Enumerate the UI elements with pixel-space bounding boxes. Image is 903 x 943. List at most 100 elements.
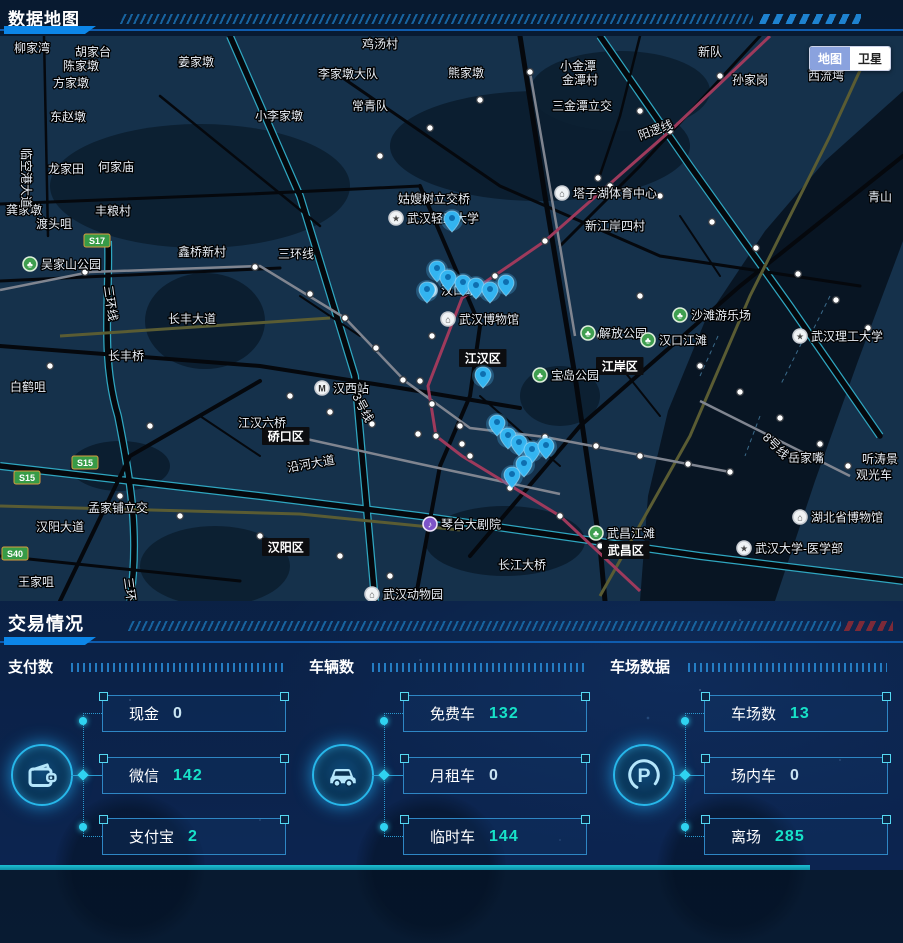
map-place-label: 胡家台: [75, 44, 111, 59]
metro-station-dot: [525, 67, 535, 77]
metro-station-dot: [175, 511, 185, 521]
metro-station-dot: [427, 399, 437, 409]
metro-station-dot: [305, 289, 315, 299]
connector-node: [380, 717, 388, 725]
connector-node: [79, 717, 87, 725]
stat-value: 13: [790, 704, 810, 722]
stat-label: 临时车: [430, 829, 476, 846]
map-place-label: 长江大桥: [498, 558, 546, 572]
park-poi-glyph: ♣: [593, 528, 599, 538]
metro-station-dot: [367, 419, 377, 429]
stat-value: 0: [173, 704, 183, 722]
poi-label: 吴家山公园: [41, 257, 101, 272]
metro-station-dot: [555, 511, 565, 521]
stat-label: 免费车: [430, 706, 476, 723]
map-place-label: 新队: [698, 44, 722, 59]
metro-station-dot: [815, 439, 825, 449]
stat-group-vehicles: 车辆数 免费车 132 月租车 0 临时车 144: [301, 648, 602, 943]
stat-group-parking: 车场数据 P 车场数 13 场内车 0 离场 285: [602, 648, 903, 943]
metro-station-dot: [115, 491, 125, 501]
poi-label: 塔子湖体育中心: [573, 186, 657, 201]
map-place-label: 王家咀: [18, 574, 54, 589]
parking-icon: P: [613, 744, 675, 806]
connector-node: [679, 769, 691, 781]
map-mode-button[interactable]: 地图: [809, 47, 850, 70]
stat-label: 微信: [129, 768, 160, 785]
connector-line: [685, 836, 704, 837]
metro-station-dot: [371, 343, 381, 353]
metro-station-dot: [635, 451, 645, 461]
pin-dot: [473, 282, 479, 288]
metro-station-dot: [707, 217, 717, 227]
stat-label: 离场: [731, 829, 762, 846]
connector-line: [685, 713, 704, 714]
connector-node: [681, 823, 689, 831]
metro-station-dot: [45, 361, 55, 371]
map-place-label: 方家墩: [53, 75, 89, 90]
map-place-label: 丰粮村: [95, 203, 131, 218]
poi-label: 湖北省博物馆: [811, 510, 883, 525]
data-map[interactable]: 江汉区 江岸区 硚口区 汉阳区 武昌区 S17 S15 S15 S40 ♣ 吴家山公园 ♣ 解放公园…: [0, 36, 903, 601]
stat-box-inside-count: 场内车 0: [701, 754, 891, 794]
satellite-mode-button[interactable]: 卫星: [849, 47, 890, 70]
metro-station-dot: [455, 421, 465, 431]
map-place-label: 三金潭立交: [552, 98, 612, 113]
map-place-label: 三环线: [278, 247, 314, 261]
map-place-label: 渡头咀: [36, 216, 72, 231]
metro-station-dot: [831, 295, 841, 305]
map-place-label: 东赵墩: [50, 110, 86, 124]
poi-label: 武汉博物馆: [459, 312, 519, 327]
stat-value: 0: [790, 766, 800, 784]
stat-box-free-car: 免费车 132: [400, 692, 590, 732]
map-canvas[interactable]: 江汉区江岸区硚口区汉阳区 武昌区 S17S15S15S40 ♣ 吴家山公园♣ 解放公园…: [0, 36, 903, 601]
map-place-label: 长丰桥: [108, 349, 144, 363]
trade-section-header: 交易情况: [0, 601, 903, 648]
pin-dot: [480, 371, 486, 377]
metro-station-dot: [735, 387, 745, 397]
metro-station-dot: [250, 262, 260, 272]
map-place-label: 姜家墩: [178, 54, 214, 69]
stat-box-cash: 现金 0: [99, 692, 289, 732]
pin-dot: [449, 215, 455, 221]
map-place-label: 江汉六桥: [238, 416, 286, 430]
map-place-label: 长丰大道: [168, 312, 216, 326]
tick-decor: [688, 663, 887, 672]
hatch-decor: [120, 14, 753, 24]
metro-station-dot: [145, 421, 155, 431]
poi-label: 宝岛公园: [551, 368, 599, 383]
district-label: 江汉区: [465, 351, 501, 366]
map-place-label: 何家庙: [98, 159, 134, 174]
footer-accent-bar: [0, 865, 810, 870]
stat-label: 现金: [129, 706, 160, 723]
poi-label: 琴台大剧院: [441, 517, 501, 532]
metro-poi-glyph: M: [318, 383, 326, 393]
map-place-label: 鸡汤村: [362, 36, 398, 51]
stat-value: 2: [188, 827, 198, 845]
site-poi-glyph: ⌂: [797, 512, 802, 522]
map-place-label: 岳家嘴: [788, 450, 824, 465]
map-section-header: 数据地图: [0, 0, 903, 36]
pin-dot: [516, 439, 522, 445]
trade-section-title: 交易情况: [8, 614, 84, 634]
metro-station-dot: [683, 459, 693, 469]
district-label: 江岸区: [602, 359, 638, 374]
map-place-label: 汉阳大道: [36, 520, 84, 534]
metro-station-dot: [635, 106, 645, 116]
pin-dot: [529, 446, 535, 452]
metro-station-dot: [398, 375, 408, 385]
metro-station-dot: [335, 551, 345, 561]
accent-bar: [4, 26, 96, 34]
stat-value: 144: [489, 827, 519, 845]
metro-station-dot: [843, 461, 853, 471]
metro-station-dot: [591, 441, 601, 451]
poi-label: 沙滩游乐场: [691, 309, 751, 323]
car-icon: [312, 744, 374, 806]
pin-dot: [487, 286, 493, 292]
hatch-bold-decor: [757, 14, 861, 24]
pin-dot: [503, 279, 509, 285]
metro-station-dot: [540, 236, 550, 246]
metro-station-dot: [325, 407, 335, 417]
metro-station-dot: [465, 451, 475, 461]
road-badge: S40: [7, 549, 23, 559]
pin-dot: [434, 265, 440, 271]
